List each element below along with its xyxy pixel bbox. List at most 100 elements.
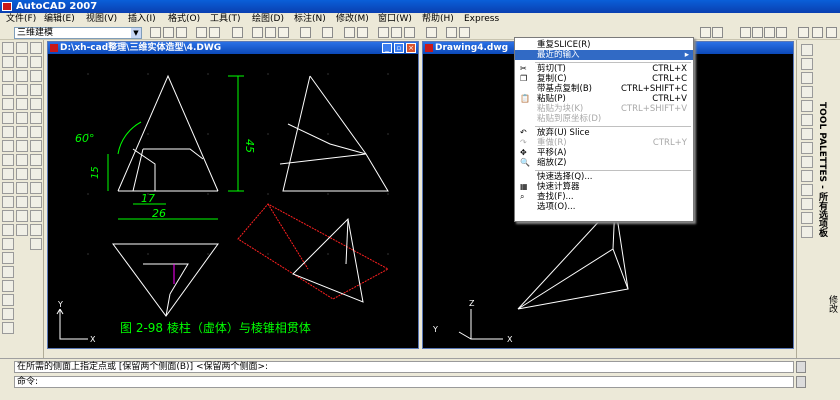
polyline-icon[interactable] (16, 56, 28, 68)
palette-tool-icon[interactable] (801, 212, 813, 224)
mtext-icon[interactable] (16, 224, 28, 236)
layer-state-icon[interactable] (712, 27, 723, 38)
box-icon[interactable] (2, 42, 14, 54)
scroll-down-icon[interactable] (796, 376, 806, 388)
section-icon[interactable] (2, 252, 14, 264)
block-editor-icon[interactable] (322, 27, 333, 38)
menu-quickcalc[interactable]: ▦ 快速计算器 (515, 182, 693, 192)
extrude-icon[interactable] (2, 140, 14, 152)
palette-tool-icon[interactable] (801, 58, 813, 70)
circle-icon[interactable] (16, 112, 28, 124)
menu-file[interactable]: 文件(F) (4, 13, 38, 25)
minimize-icon[interactable]: _ (382, 43, 392, 53)
palette-tool-icon[interactable] (801, 114, 813, 126)
cylinder-icon[interactable] (2, 70, 14, 82)
sphere-icon[interactable] (2, 56, 14, 68)
explode-icon[interactable] (30, 238, 42, 250)
rectangle-icon[interactable] (16, 84, 28, 96)
cone-icon[interactable] (2, 84, 14, 96)
menu-copy-with-base[interactable]: 带基点复制(B) CTRL+SHIFT+C (515, 84, 693, 94)
region-icon[interactable] (16, 196, 28, 208)
menu-zoom[interactable]: 🔍 缩放(Z) (515, 158, 693, 168)
menu-find[interactable]: ⌕ 查找(F)... (515, 192, 693, 202)
menu-cut[interactable]: ✂ 剪切(T) CTRL+X (515, 64, 693, 74)
layer-sun-icon[interactable] (752, 27, 763, 38)
rotate-icon[interactable] (30, 126, 42, 138)
chevron-down-icon[interactable]: ▼ (131, 28, 141, 38)
ellipse-icon[interactable] (16, 140, 28, 152)
palette-tool-icon[interactable] (801, 170, 813, 182)
layer-bulb-icon[interactable] (740, 27, 751, 38)
move-icon[interactable] (30, 112, 42, 124)
light-icon[interactable] (2, 322, 14, 334)
copy-object-icon[interactable] (30, 56, 42, 68)
menu-tools[interactable]: 工具(T) (208, 13, 243, 25)
insert-block-icon[interactable] (16, 154, 28, 166)
layer-icon[interactable] (700, 27, 711, 38)
palette-tool-icon[interactable] (801, 72, 813, 84)
publish-icon[interactable] (232, 27, 243, 38)
command-input[interactable]: 命令: (14, 376, 794, 388)
fillet-icon[interactable] (30, 224, 42, 236)
restore-icon[interactable]: ▫ (394, 43, 404, 53)
drawing-window-left[interactable]: D:\xh-cad整理\三维实体造型\4.DWG _ ▫ × 45 60° 15… (47, 41, 419, 349)
redo-arrow-icon[interactable] (459, 27, 470, 38)
palette-tool-icon[interactable] (801, 86, 813, 98)
layer-lock-icon[interactable] (764, 27, 775, 38)
menu-repeat-slice[interactable]: 重复SLICE(R) (515, 40, 693, 50)
menu-dimension[interactable]: 标注(N) (292, 13, 328, 25)
undo-icon[interactable] (344, 27, 355, 38)
workspace-select[interactable]: 三维建模 ▼ (14, 27, 142, 39)
palette-tool-icon[interactable] (801, 184, 813, 196)
menu-copy[interactable]: ❐ 复制(C) CTRL+C (515, 74, 693, 84)
wedge-icon[interactable] (2, 98, 14, 110)
menu-options[interactable]: 选项(O)... (515, 202, 693, 212)
menu-help[interactable]: 帮助(H) (420, 13, 456, 25)
preview-icon[interactable] (209, 27, 220, 38)
revolve-icon[interactable] (2, 154, 14, 166)
layer-help-icon[interactable] (826, 27, 837, 38)
cut-icon[interactable] (252, 27, 263, 38)
mirror-icon[interactable] (30, 70, 42, 82)
menu-format[interactable]: 格式(O) (166, 13, 202, 25)
paste-icon[interactable] (278, 27, 289, 38)
pyramid-icon[interactable] (2, 126, 14, 138)
offset-icon[interactable] (30, 84, 42, 96)
sweep-icon[interactable] (2, 168, 14, 180)
trim-icon[interactable] (30, 168, 42, 180)
extend-icon[interactable] (30, 182, 42, 194)
qnew-icon[interactable] (150, 27, 161, 38)
menu-edit[interactable]: 编辑(E) (42, 13, 77, 25)
palette-tool-icon[interactable] (801, 142, 813, 154)
zoom-realtime-icon[interactable] (391, 27, 402, 38)
point-icon[interactable] (16, 168, 28, 180)
union-icon[interactable] (2, 196, 14, 208)
menu-express[interactable]: Express (462, 13, 501, 25)
erase-icon[interactable] (30, 42, 42, 54)
scale-icon[interactable] (30, 140, 42, 152)
chamfer-icon[interactable] (30, 210, 42, 222)
subtract-icon[interactable] (2, 210, 14, 222)
palette-tool-icon[interactable] (801, 44, 813, 56)
layer-color-icon[interactable] (776, 27, 787, 38)
arc-icon[interactable] (16, 98, 28, 110)
stretch-icon[interactable] (30, 154, 42, 166)
menu-modify[interactable]: 修改(M) (334, 13, 371, 25)
menu-undo[interactable]: ↶ 放弃(U) Slice (515, 128, 693, 138)
slice-icon[interactable] (2, 238, 14, 250)
menu-view[interactable]: 视图(V) (84, 13, 119, 25)
hatch-icon[interactable] (16, 182, 28, 194)
torus-icon[interactable] (2, 112, 14, 124)
spline-icon[interactable] (16, 126, 28, 138)
break-icon[interactable] (30, 196, 42, 208)
pan-icon[interactable] (378, 27, 389, 38)
menu-quick-select[interactable]: 快速选择(Q)... (515, 172, 693, 182)
palette-tool-icon[interactable] (801, 198, 813, 210)
menu-draw[interactable]: 绘图(D) (250, 13, 286, 25)
print-icon[interactable] (196, 27, 207, 38)
render-icon[interactable] (2, 294, 14, 306)
shell-icon[interactable] (2, 266, 14, 278)
properties-icon[interactable] (426, 27, 437, 38)
scroll-up-icon[interactable] (796, 361, 806, 373)
menu-pan[interactable]: ✥ 平移(A) (515, 148, 693, 158)
